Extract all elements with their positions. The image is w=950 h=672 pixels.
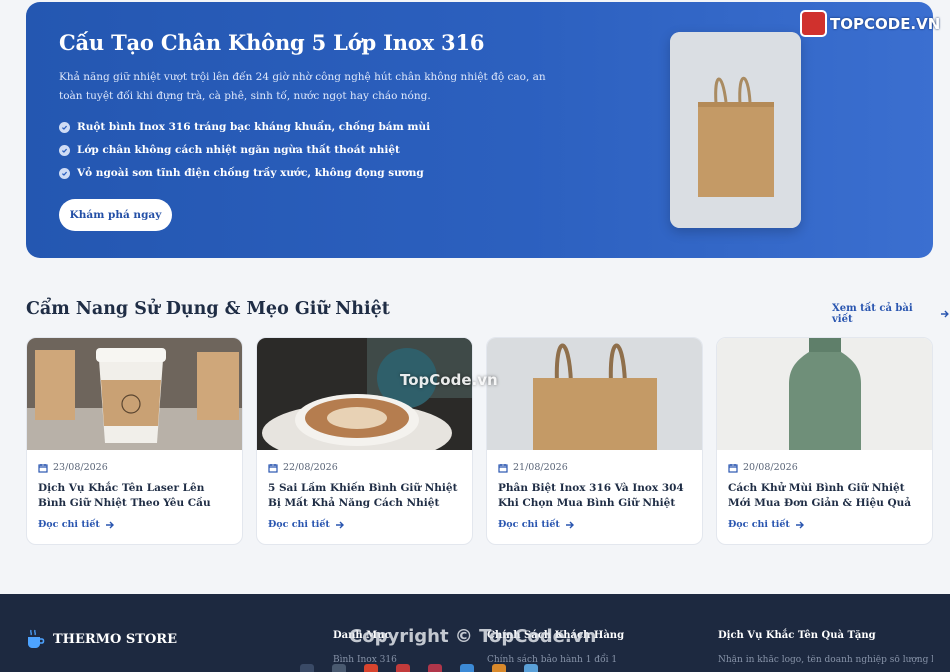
copyright-watermark: Copyright © TopCode.vn xyxy=(349,626,597,647)
arrow-right-icon xyxy=(941,310,950,318)
hero-feature-3: Vỏ ngoài sơn tĩnh điện chống trầy xước, … xyxy=(59,167,424,179)
hero-feature-label: Ruột bình Inox 316 tráng bạc kháng khuẩn… xyxy=(77,121,431,133)
calendar-icon xyxy=(498,463,508,473)
taskbar-app-icon[interactable] xyxy=(524,664,538,672)
arrow-right-icon xyxy=(565,521,574,528)
arrow-right-icon xyxy=(795,521,804,528)
article-title[interactable]: Phân Biệt Inox 316 Và Inox 304 Khi Chọn … xyxy=(498,481,694,511)
taskbar-app-icon[interactable] xyxy=(332,664,346,672)
calendar-icon xyxy=(268,463,278,473)
hero-product-image xyxy=(670,32,801,228)
article-date: 20/08/2026 xyxy=(728,462,798,473)
article-title[interactable]: Dịch Vụ Khắc Tên Laser Lên Bình Giữ Nhiệ… xyxy=(38,481,234,511)
explore-button[interactable]: Khám phá ngay xyxy=(59,199,172,231)
section-title: Cẩm Nang Sử Dụng & Mẹo Giữ Nhiệt xyxy=(26,299,390,319)
article-date: 21/08/2026 xyxy=(498,462,568,473)
taskbar-app-icon[interactable] xyxy=(300,664,314,672)
footer-text: Nhận in khắc logo, tên doanh nghiệp số l… xyxy=(718,655,933,665)
read-more-label: Đọc chi tiết xyxy=(38,519,100,530)
arrow-right-icon xyxy=(105,521,114,528)
read-more-label: Đọc chi tiết xyxy=(498,519,560,530)
article-card[interactable]: 20/08/2026 Cách Khử Mùi Bình Giữ Nhiệt M… xyxy=(716,337,933,545)
article-thumbnail-tote-bag xyxy=(487,338,702,450)
read-more-link[interactable]: Đọc chi tiết xyxy=(268,519,345,530)
article-card[interactable]: 21/08/2026 Phân Biệt Inox 316 Và Inox 30… xyxy=(486,337,703,545)
article-card[interactable]: 23/08/2026 Dịch Vụ Khắc Tên Laser Lên Bì… xyxy=(26,337,243,545)
article-date-text: 20/08/2026 xyxy=(743,462,798,473)
hero-feature-2: Lớp chân không cách nhiệt ngăn ngừa thất… xyxy=(59,144,400,156)
taskbar-app-icon[interactable] xyxy=(396,664,410,672)
article-thumbnail-green-bottle xyxy=(717,338,932,450)
taskbar-strip xyxy=(300,664,680,672)
article-date-text: 22/08/2026 xyxy=(283,462,338,473)
check-circle-icon xyxy=(59,144,70,156)
footer-column-title: Dịch Vụ Khắc Tên Quà Tặng xyxy=(718,630,876,641)
read-more-link[interactable]: Đọc chi tiết xyxy=(38,519,115,530)
article-date-text: 23/08/2026 xyxy=(53,462,108,473)
read-more-link[interactable]: Đọc chi tiết xyxy=(498,519,575,530)
see-all-label: Xem tất cả bài viết xyxy=(832,303,913,325)
check-circle-icon xyxy=(59,121,70,133)
article-title[interactable]: 5 Sai Lầm Khiến Bình Giữ Nhiệt Bị Mất Kh… xyxy=(268,481,464,511)
arrow-right-icon xyxy=(335,521,344,528)
calendar-icon xyxy=(38,463,48,473)
coffee-cup-icon xyxy=(28,629,45,648)
footer-brand[interactable]: THERMO STORE xyxy=(25,628,177,650)
hero-feature-label: Lớp chân không cách nhiệt ngăn ngừa thất… xyxy=(77,144,400,156)
article-date-text: 21/08/2026 xyxy=(513,462,568,473)
calendar-icon xyxy=(728,463,738,473)
taskbar-app-icon[interactable] xyxy=(460,664,474,672)
article-thumbnail-latte xyxy=(257,338,472,450)
taskbar-app-icon[interactable] xyxy=(364,664,378,672)
read-more-label: Đọc chi tiết xyxy=(728,519,790,530)
article-date: 23/08/2026 xyxy=(38,462,108,473)
hero-feature-label: Vỏ ngoài sơn tĩnh điện chống trầy xước, … xyxy=(77,167,424,179)
footer-brand-name: THERMO STORE xyxy=(53,631,178,647)
taskbar-app-icon[interactable] xyxy=(492,664,506,672)
topcode-logo-text: TOPCODE.VN xyxy=(830,14,941,33)
check-circle-icon xyxy=(59,167,70,179)
article-title[interactable]: Cách Khử Mùi Bình Giữ Nhiệt Mới Mua Đơn … xyxy=(728,481,924,511)
topcode-logo-icon xyxy=(800,10,827,37)
hero-description: Khả năng giữ nhiệt vượt trội lên đến 24 … xyxy=(59,71,546,102)
topcode-watermark: TopCode.vn xyxy=(400,371,498,389)
topcode-logo: TOPCODE.VN xyxy=(800,10,940,37)
article-date: 22/08/2026 xyxy=(268,462,338,473)
read-more-label: Đọc chi tiết xyxy=(268,519,330,530)
read-more-link[interactable]: Đọc chi tiết xyxy=(728,519,805,530)
see-all-articles-link[interactable]: Xem tất cả bài viết xyxy=(832,303,950,325)
article-card[interactable]: 22/08/2026 5 Sai Lầm Khiến Bình Giữ Nhiệ… xyxy=(256,337,473,545)
hero-title: Cấu Tạo Chân Không 5 Lớp Inox 316 xyxy=(59,30,485,55)
taskbar-app-icon[interactable] xyxy=(428,664,442,672)
article-thumbnail-coffee-cup xyxy=(27,338,242,450)
hero-banner: Cấu Tạo Chân Không 5 Lớp Inox 316 Khả nă… xyxy=(26,2,933,258)
hero-feature-1: Ruột bình Inox 316 tráng bạc kháng khuẩn… xyxy=(59,121,430,133)
